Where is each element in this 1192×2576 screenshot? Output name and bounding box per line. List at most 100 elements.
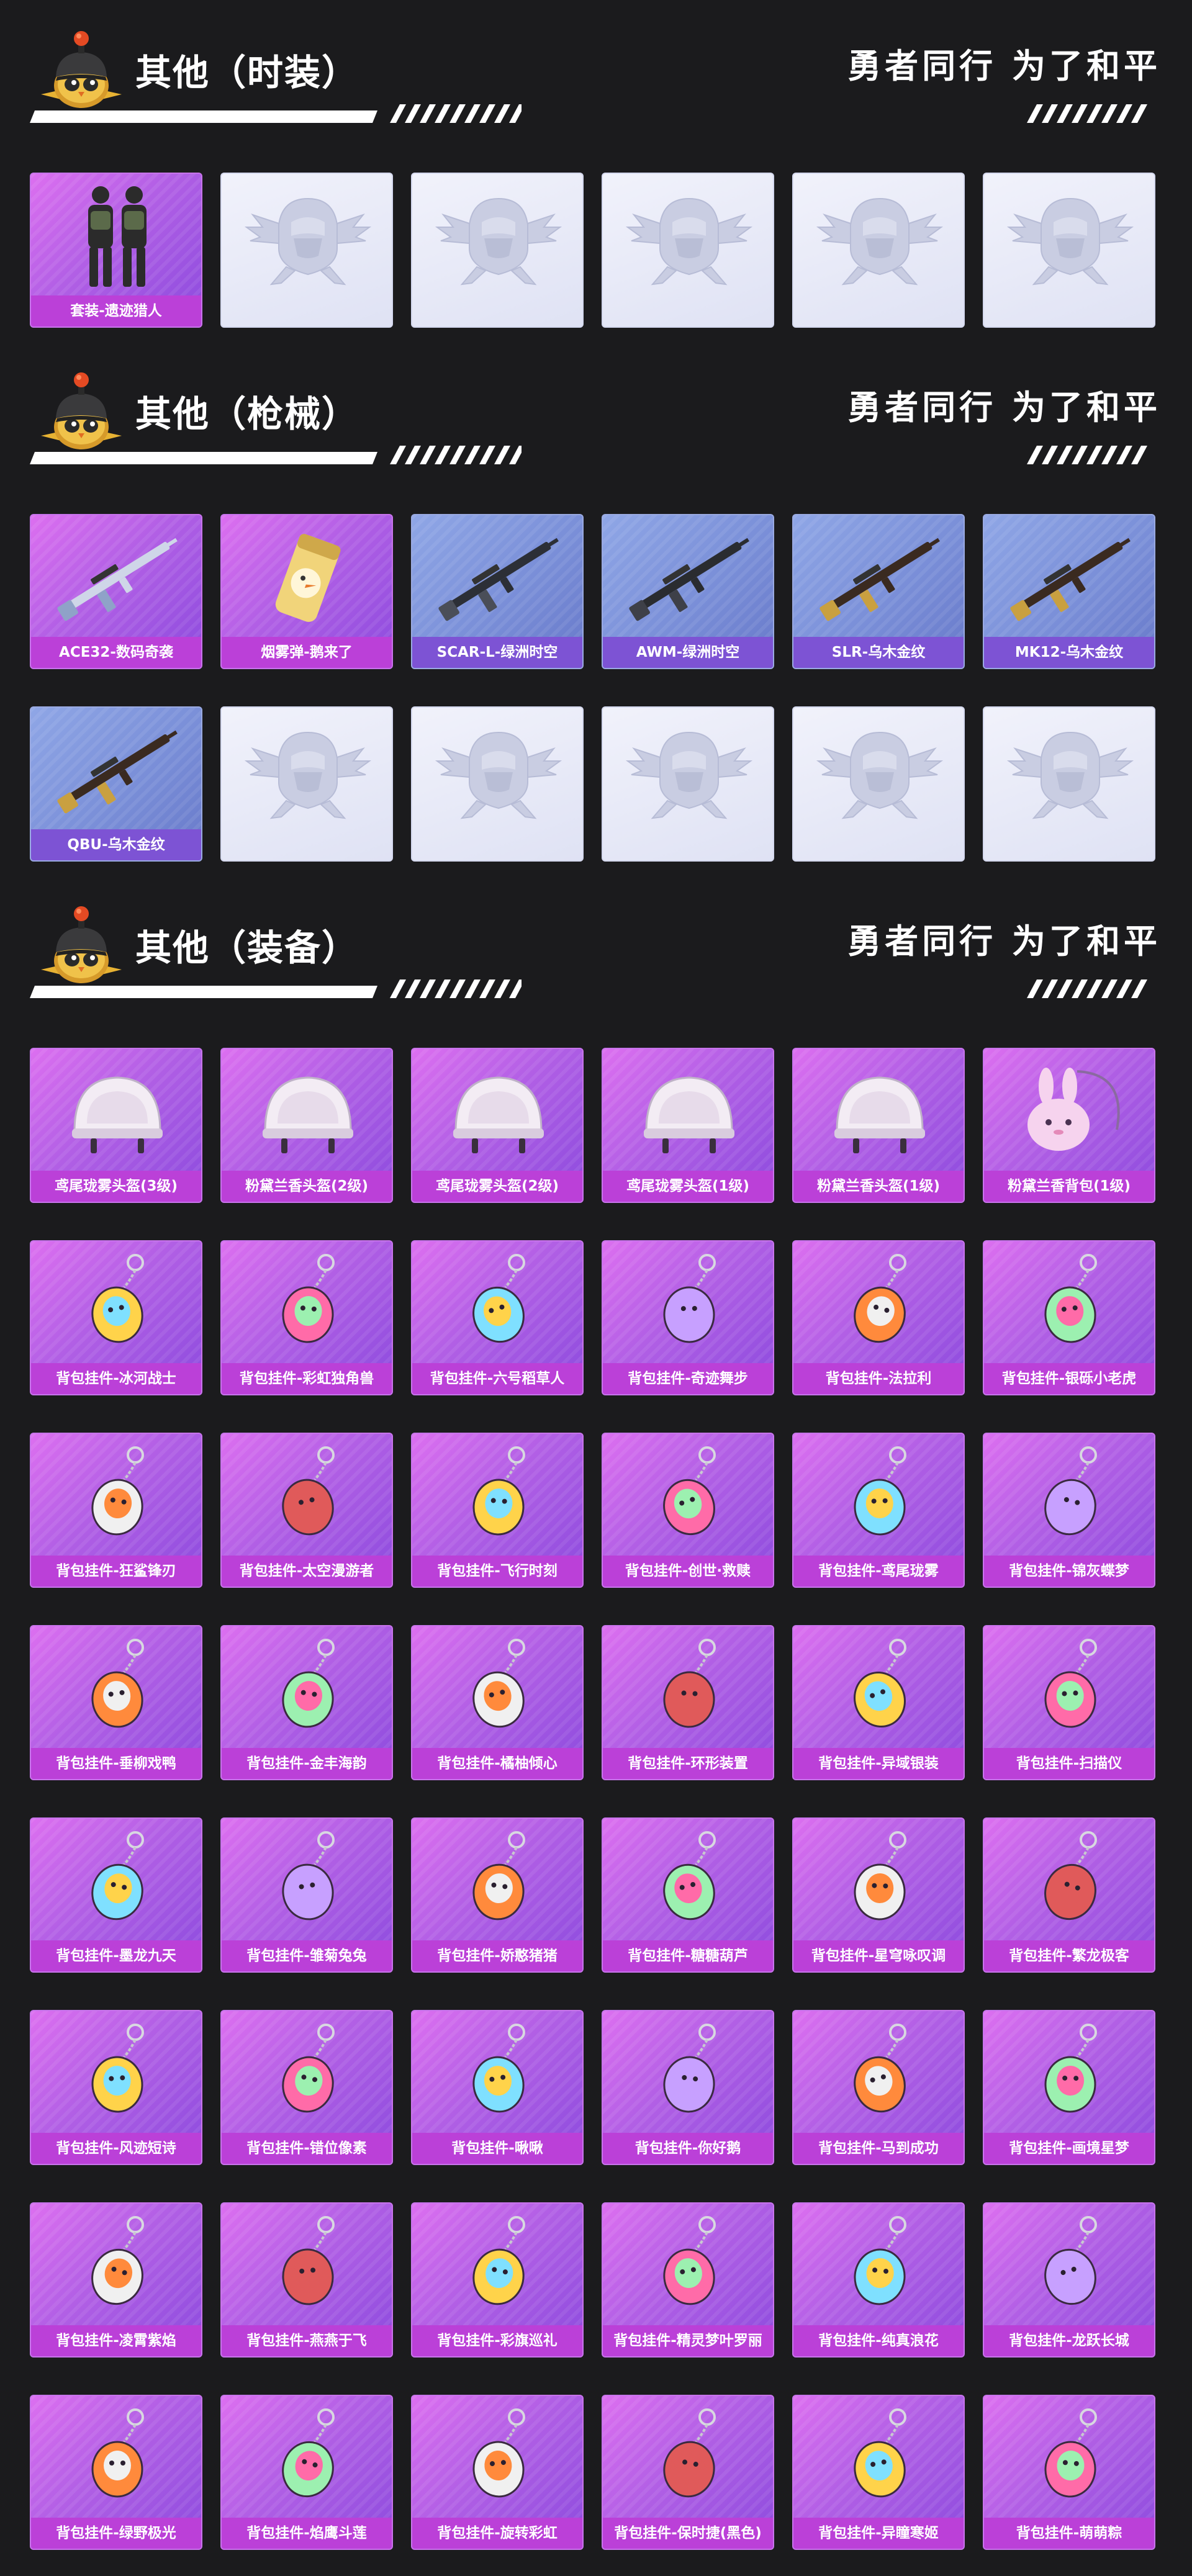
item-card[interactable]: 鸢尾珑雾头盔(2级) (411, 1048, 584, 1203)
item-card[interactable]: 背包挂件-锦灰蝶梦 (983, 1433, 1155, 1588)
item-card[interactable]: MK12-乌木金纹 (983, 514, 1155, 669)
item-card[interactable]: 背包挂件-六号稻草人 (411, 1240, 584, 1395)
item-card[interactable]: 背包挂件-异瞳寒姬 (792, 2395, 965, 2550)
item-label: 背包挂件-法拉利 (793, 1363, 964, 1394)
smoke-grenade-icon (222, 515, 392, 639)
item-card[interactable]: 背包挂件-旋转彩虹 (411, 2395, 584, 2550)
item-card[interactable]: SLR-乌木金纹 (792, 514, 965, 669)
placeholder-emblem-icon (222, 174, 392, 298)
item-card[interactable]: 背包挂件-马到成功 (792, 2010, 965, 2165)
section-header: 其他（枪械） 勇者同行 为了和平 (0, 366, 1192, 464)
item-label: 背包挂件-凌霄紫焰 (31, 2325, 201, 2356)
marksman-rifle-icon (984, 515, 1154, 639)
item-card[interactable]: 背包挂件-你好鹅 (602, 2010, 774, 2165)
item-card[interactable]: 背包挂件-飞行时刻 (411, 1433, 584, 1588)
keychain-icon (222, 2204, 392, 2328)
item-card[interactable]: 背包挂件-狂鲨锋刃 (30, 1433, 202, 1588)
item-card[interactable]: ACE32-数码奇袭 (30, 514, 202, 669)
empty-item-slot (220, 706, 393, 862)
item-card[interactable]: 套装-遗迹猎人 (30, 173, 202, 328)
item-card[interactable]: 背包挂件-萌萌粽 (983, 2395, 1155, 2550)
item-card[interactable]: 背包挂件-奇迹舞步 (602, 1240, 774, 1395)
keychain-icon (793, 2396, 964, 2520)
item-card[interactable]: 背包挂件-环形装置 (602, 1625, 774, 1780)
item-card[interactable]: 背包挂件-保时捷(黑色) (602, 2395, 774, 2550)
item-card[interactable]: 背包挂件-龙跃长城 (983, 2202, 1155, 2358)
item-card[interactable]: 背包挂件-彩旗巡礼 (411, 2202, 584, 2358)
placeholder-emblem-icon (793, 174, 964, 298)
item-card[interactable]: 背包挂件-彩虹独角兽 (220, 1240, 393, 1395)
item-card[interactable]: 背包挂件-雏菊兔兔 (220, 1817, 393, 1973)
item-card[interactable]: 粉黛兰香背包(1级) (983, 1048, 1155, 1203)
placeholder-emblem-icon (603, 174, 773, 298)
item-label: 背包挂件-绿野极光 (31, 2518, 201, 2549)
keychain-icon (31, 1241, 201, 1366)
item-card[interactable]: 背包挂件-异域银装 (792, 1625, 965, 1780)
helmet-icon (222, 1049, 392, 1173)
item-card[interactable]: 背包挂件-冰河战士 (30, 1240, 202, 1395)
item-label: SCAR-L-绿洲时空 (412, 637, 582, 668)
item-card[interactable]: 背包挂件-星穹咏叹调 (792, 1817, 965, 1973)
keychain-icon (412, 2204, 582, 2328)
item-card[interactable]: 背包挂件-扫描仪 (983, 1625, 1155, 1780)
item-card[interactable]: 背包挂件-燕燕于飞 (220, 2202, 393, 2358)
slogan-text: 勇者同行 为了和平 (847, 922, 1161, 961)
item-card[interactable]: 背包挂件-法拉利 (792, 1240, 965, 1395)
item-label: 背包挂件-冰河战士 (31, 1363, 201, 1394)
item-card[interactable]: 背包挂件-银砾小老虎 (983, 1240, 1155, 1395)
slogan-underline-stripes (1027, 446, 1162, 464)
item-card[interactable]: QBU-乌木金纹 (30, 706, 202, 862)
keychain-icon (984, 1819, 1154, 1943)
item-card[interactable]: 背包挂件-焰鹰斗莲 (220, 2395, 393, 2550)
item-card[interactable]: 背包挂件-垂柳戏鸭 (30, 1625, 202, 1780)
keychain-icon (412, 1434, 582, 1558)
item-card[interactable]: AWM-绿洲时空 (602, 514, 774, 669)
item-card[interactable]: 背包挂件-凌霄紫焰 (30, 2202, 202, 2358)
section-2: 其他（装备） 勇者同行 为了和平 鸢尾珑雾头盔(3级) 粉黛兰香头盔(2级) 鸢… (0, 900, 1192, 2550)
item-card[interactable]: 背包挂件-繁龙极客 (983, 1817, 1155, 1973)
item-card[interactable]: 烟雾弹-鹅来了 (220, 514, 393, 669)
item-card[interactable]: 背包挂件-精灵梦叶罗丽 (602, 2202, 774, 2358)
item-card[interactable]: 粉黛兰香头盔(2级) (220, 1048, 393, 1203)
helmet-icon (412, 1049, 582, 1173)
item-label: 背包挂件-繁龙极客 (984, 1940, 1154, 1971)
item-card[interactable]: 粉黛兰香头盔(1级) (792, 1048, 965, 1203)
item-card[interactable]: 背包挂件-绿野极光 (30, 2395, 202, 2550)
item-card[interactable]: 背包挂件-糖糖葫芦 (602, 1817, 774, 1973)
item-card[interactable]: 背包挂件-鸢尾珑雾 (792, 1433, 965, 1588)
item-card[interactable]: 背包挂件-错位像素 (220, 2010, 393, 2165)
item-card[interactable]: 背包挂件-风迹短诗 (30, 2010, 202, 2165)
item-label: AWM-绿洲时空 (603, 637, 773, 668)
item-label: 背包挂件-金丰海韵 (222, 1748, 392, 1779)
section-title: 其他（时装） (135, 52, 359, 94)
item-card[interactable]: 背包挂件-啾啾 (411, 2010, 584, 2165)
keychain-icon (222, 1626, 392, 1750)
helmet-icon (31, 1049, 201, 1173)
item-card[interactable]: 背包挂件-创世·救赎 (602, 1433, 774, 1588)
item-label: MK12-乌木金纹 (984, 637, 1154, 668)
sniper-rifle-icon (603, 515, 773, 639)
item-label: 背包挂件-垂柳戏鸭 (31, 1748, 201, 1779)
item-card[interactable]: 背包挂件-墨龙九天 (30, 1817, 202, 1973)
item-card[interactable]: 背包挂件-纯真浪花 (792, 2202, 965, 2358)
keychain-icon (222, 1434, 392, 1558)
item-card[interactable]: 鸢尾珑雾头盔(3级) (30, 1048, 202, 1203)
item-card[interactable]: SCAR-L-绿洲时空 (411, 514, 584, 669)
item-card[interactable]: 背包挂件-画境星梦 (983, 2010, 1155, 2165)
keychain-icon (603, 2204, 773, 2328)
item-label: 背包挂件-雏菊兔兔 (222, 1940, 392, 1971)
item-label: 烟雾弹-鹅来了 (222, 637, 392, 668)
item-card[interactable]: 背包挂件-金丰海韵 (220, 1625, 393, 1780)
mascot-chick-icon (38, 25, 124, 112)
title-underline-stripes (30, 446, 525, 464)
item-card[interactable]: 背包挂件-娇憨猪猪 (411, 1817, 584, 1973)
section-title: 其他（枪械） (135, 393, 359, 435)
item-label: 粉黛兰香头盔(2级) (222, 1171, 392, 1202)
item-card[interactable]: 背包挂件-太空漫游者 (220, 1433, 393, 1588)
item-label: 鸢尾珑雾头盔(3级) (31, 1171, 201, 1202)
item-label: 背包挂件-墨龙九天 (31, 1940, 201, 1971)
item-card[interactable]: 鸢尾珑雾头盔(1级) (602, 1048, 774, 1203)
section-0: 其他（时装） 勇者同行 为了和平 套装-遗迹猎人 (0, 25, 1192, 328)
item-label: 背包挂件-银砾小老虎 (984, 1363, 1154, 1394)
item-card[interactable]: 背包挂件-橘柚倾心 (411, 1625, 584, 1780)
